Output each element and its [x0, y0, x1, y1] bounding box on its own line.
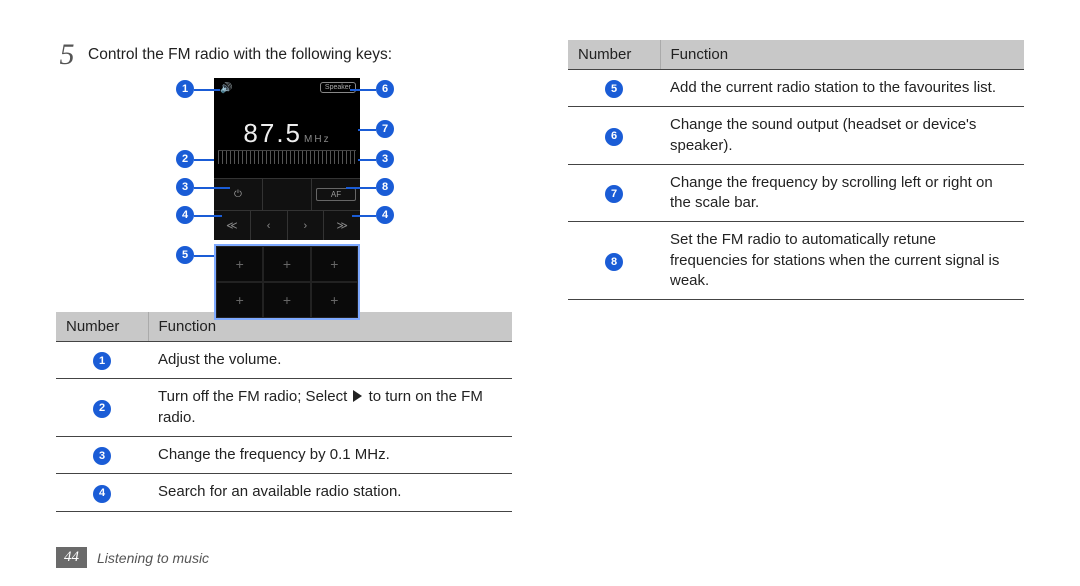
section-title: Listening to music — [97, 550, 209, 566]
callout-7: 7 — [376, 120, 394, 138]
th-number: Number — [568, 40, 660, 70]
table-row: 7 Change the frequency by scrolling left… — [568, 164, 1024, 222]
callout-2: 2 — [176, 150, 194, 168]
callout-6: 6 — [376, 80, 394, 98]
row-text: Turn off the FM radio; Select to turn on… — [148, 379, 512, 437]
callout-4l: 4 — [176, 206, 194, 224]
spacer — [263, 179, 312, 210]
table-row: 2 Turn off the FM radio; Select to turn … — [56, 379, 512, 437]
frequency-display: 87.5MHz — [214, 118, 360, 149]
row-text: Search for an available radio station. — [148, 474, 512, 511]
th-function: Function — [660, 40, 1024, 70]
row-num-icon: 6 — [605, 128, 623, 146]
table-row: 8 Set the FM radio to automatically retu… — [568, 222, 1024, 300]
diagram: 🔊 Speaker 87.5MHz ⏻ AF ≪ ‹ — [56, 78, 512, 298]
row-num-icon: 3 — [93, 447, 111, 465]
table-row: 5 Add the current radio station to the f… — [568, 70, 1024, 107]
table-row: 3 Change the frequency by 0.1 MHz. — [56, 436, 512, 473]
step-number: 5 — [56, 40, 78, 70]
function-table-left: Number Function 1 Adjust the volume. 2 T… — [56, 312, 512, 512]
table-row: 1 Adjust the volume. — [56, 342, 512, 379]
table-row: 6 Change the sound output (headset or de… — [568, 107, 1024, 165]
callout-3l: 3 — [176, 178, 194, 196]
favourites-grid: ++++++ — [214, 244, 360, 320]
row-num-icon: 5 — [605, 80, 623, 98]
callout-8: 8 — [376, 178, 394, 196]
row-text: Change the sound output (headset or devi… — [660, 107, 1024, 165]
speaker-toggle: Speaker — [320, 82, 356, 93]
radio-screen: 🔊 Speaker 87.5MHz — [214, 78, 360, 178]
row-text: Adjust the volume. — [148, 342, 512, 379]
row-text: Add the current radio station to the fav… — [660, 70, 1024, 107]
row-num-icon: 8 — [605, 253, 623, 271]
callout-1: 1 — [176, 80, 194, 98]
row-num-icon: 7 — [605, 185, 623, 203]
callout-4r: 4 — [376, 206, 394, 224]
phone-mock: 🔊 Speaker 87.5MHz ⏻ AF ≪ ‹ — [214, 78, 360, 290]
row-text: Change the frequency by 0.1 MHz. — [148, 436, 512, 473]
control-row-1: ⏻ AF — [214, 178, 360, 210]
row-text: Change the frequency by scrolling left o… — [660, 164, 1024, 222]
step-back-icon: ‹ — [251, 211, 288, 240]
af-button: AF — [312, 179, 360, 210]
control-row-2: ≪ ‹ › ≫ — [214, 210, 360, 240]
row-num-icon: 4 — [93, 485, 111, 503]
step-text: Control the FM radio with the following … — [88, 40, 392, 64]
page-number: 44 — [56, 547, 87, 568]
scale-bar — [218, 150, 356, 164]
power-icon: ⏻ — [214, 179, 263, 210]
row-num-icon: 1 — [93, 352, 111, 370]
th-number: Number — [56, 312, 148, 342]
callout-3r: 3 — [376, 150, 394, 168]
step: 5 Control the FM radio with the followin… — [56, 40, 512, 70]
play-icon — [353, 390, 362, 402]
callout-5: 5 — [176, 246, 194, 264]
step-fwd-icon: › — [288, 211, 325, 240]
page-footer: 44 Listening to music — [56, 547, 209, 568]
table-row: 4 Search for an available radio station. — [56, 474, 512, 511]
row-num-icon: 2 — [93, 400, 111, 418]
right-column: Number Function 5 Add the current radio … — [568, 40, 1024, 512]
function-table-right: Number Function 5 Add the current radio … — [568, 40, 1024, 300]
left-column: 5 Control the FM radio with the followin… — [56, 40, 512, 512]
volume-icon: 🔊 — [220, 83, 232, 94]
row-text: Set the FM radio to automatically retune… — [660, 222, 1024, 300]
